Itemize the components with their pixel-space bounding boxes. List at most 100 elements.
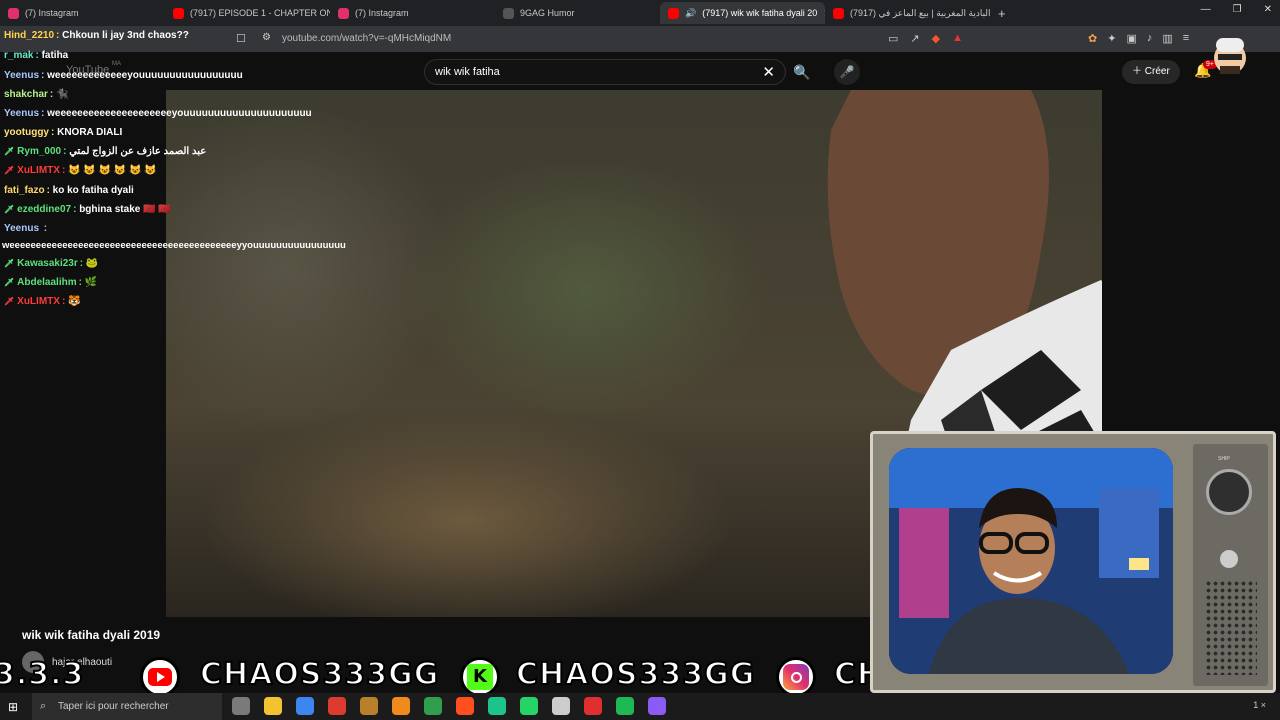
cast-icon[interactable]: ▭ xyxy=(888,32,898,45)
sword-badge-icon: 🗡 xyxy=(4,147,15,156)
search-icon: ⌕ xyxy=(40,700,47,712)
channel-dial xyxy=(1206,469,1252,515)
stream-banner: 3.3.3 CHAOS333GG K CHAOS333GG CH xyxy=(0,655,870,693)
tab-episode-one[interactable]: (7917) EPISODE 1 - CHAPTER ONE 💜 xyxy=(165,2,330,24)
youtube-icon xyxy=(833,7,844,19)
browser-tab-strip: (7) Instagram (7917) EPISODE 1 - CHAPTER… xyxy=(0,0,1280,26)
taskbar-apps xyxy=(232,697,666,715)
search-box[interactable]: wik wik fatiha ✕ xyxy=(424,59,786,85)
sidebar-icon[interactable]: ▥ xyxy=(1162,32,1172,45)
chat-text: weeeeeeeeeeeeeeeeeeeeeeeeeeeeeeeeeeeeeee… xyxy=(2,240,346,251)
address-actions: ▭ ↗ ◆ ▲ xyxy=(888,32,963,45)
taskbar-app-icon[interactable] xyxy=(264,697,282,715)
screen: (7) Instagram (7917) EPISODE 1 - CHAPTER… xyxy=(0,0,1280,720)
chat-username: Yeenus xyxy=(4,223,40,234)
taskbar-app-icon[interactable] xyxy=(648,697,666,715)
chat-username: Abdelaalihm xyxy=(17,277,77,288)
chat-username: ezeddine07 xyxy=(17,204,72,215)
chat-username: yootuggy xyxy=(4,127,49,138)
banner-handle: CHAOS333GG xyxy=(515,656,756,693)
taskbar-search-placeholder: Taper ici pour rechercher xyxy=(58,701,169,712)
extension-icon[interactable]: ✿ xyxy=(1088,32,1097,45)
taskbar-search[interactable]: ⌕ Taper ici pour rechercher xyxy=(32,693,222,720)
chat-message: fati_fazo: ko ko fatiha dyali xyxy=(4,185,134,196)
chat-username: Kawasaki23r xyxy=(17,258,78,269)
taskbar-app-icon[interactable] xyxy=(232,697,250,715)
taskbar-app-icon[interactable] xyxy=(328,697,346,715)
instagram-badge xyxy=(776,657,816,693)
taskbar-app-icon[interactable] xyxy=(456,697,474,715)
new-tab-button[interactable]: + xyxy=(990,6,1014,21)
chat-emote: 😺 😺 😺 😺 😺 😺 xyxy=(68,165,157,176)
create-label: Créer xyxy=(1144,66,1170,77)
create-button[interactable]: ＋ Créer xyxy=(1122,60,1180,84)
chat-emote: 🌿 xyxy=(84,277,98,288)
taskbar-app-icon[interactable] xyxy=(584,697,602,715)
chat-username: Hind_2210 xyxy=(4,30,55,41)
streamer-avatar[interactable] xyxy=(1210,30,1250,80)
youtube-icon xyxy=(148,668,172,686)
puzzle-icon[interactable]: ✦ xyxy=(1107,32,1116,45)
search-input[interactable]: wik wik fatiha xyxy=(435,66,500,78)
brave-rewards-icon[interactable]: ▲ xyxy=(952,32,963,45)
chat-text: weeeeeeeeeeeeeyouuuuuuuuuuuuuuuuu xyxy=(47,70,243,81)
sword-badge-icon: 🗡 xyxy=(4,205,15,214)
taskbar-app-icon[interactable] xyxy=(360,697,378,715)
share-icon[interactable]: ↗ xyxy=(910,32,919,45)
menu-icon[interactable]: ≡ xyxy=(1183,32,1189,45)
taskbar-app-icon[interactable] xyxy=(424,697,442,715)
chat-username: Yeenus xyxy=(4,108,40,119)
video-title: wik wik fatiha dyali 2019 xyxy=(22,628,161,642)
kick-badge: K xyxy=(460,657,500,693)
microphone-icon[interactable]: 🎤 xyxy=(834,59,860,85)
tab-label: (7917) EPISODE 1 - CHAPTER ONE 💜 xyxy=(190,7,330,18)
chat-message: 🗡 XuLIMTX: 🐯 xyxy=(4,296,81,307)
dial-label: SHIP xyxy=(1218,456,1230,462)
tab-label: (7) Instagram xyxy=(25,8,79,18)
chat-username: shakchar xyxy=(4,89,48,100)
stream-chat-overlay: Hind_2210: Chkoun li jay 3nd chaos?? r_m… xyxy=(0,30,400,320)
chat-text: عبد الصمد عازف عن الزواج لمتي xyxy=(69,146,207,157)
music-icon[interactable]: ♪ xyxy=(1147,32,1153,45)
taskbar-app-icon[interactable] xyxy=(296,697,314,715)
taskbar-app-icon[interactable] xyxy=(552,697,570,715)
chat-text: fatiha xyxy=(41,50,69,61)
kick-icon: K xyxy=(467,664,493,690)
taskbar-app-icon[interactable] xyxy=(520,697,538,715)
chat-username: Rym_000 xyxy=(17,146,62,157)
close-icon[interactable]: ✕ xyxy=(1264,4,1272,15)
tab-badia[interactable]: (7917) البادية المغربية | بيع الماعز في xyxy=(825,2,990,24)
tab-9gag[interactable]: 9GAG Humor xyxy=(495,2,660,24)
instagram-icon xyxy=(783,664,809,690)
tab-label: (7) Instagram xyxy=(355,8,409,18)
chat-message: 🗡 Abdelaalihm: 🌿 xyxy=(4,277,98,288)
minimize-icon[interactable]: — xyxy=(1201,4,1211,15)
tab-instagram-1[interactable]: (7) Instagram xyxy=(0,2,165,24)
chat-text: weeeeeeeeeeeeeeeeeeeeeyouuuuuuuuuuuuuuuu… xyxy=(47,108,312,119)
volume-knob xyxy=(1220,550,1238,568)
tab-wik-wik-fatiha[interactable]: 🔊 (7917) wik wik fatiha dyali 20 ✕ xyxy=(660,2,825,24)
chat-username: XuLIMTX xyxy=(17,165,60,176)
taskbar-app-icon[interactable] xyxy=(616,697,634,715)
system-tray-clock: 1 × xyxy=(1253,700,1266,710)
taskbar-app-icon[interactable] xyxy=(488,697,506,715)
taskbar-app-icon[interactable] xyxy=(392,697,410,715)
banner-text-fragment: CH xyxy=(833,656,870,693)
clear-search-icon[interactable]: ✕ xyxy=(762,63,775,81)
chat-username: r_mak xyxy=(4,50,34,61)
chat-emote: 🐯 xyxy=(68,296,81,307)
maximize-icon[interactable]: ❐ xyxy=(1233,4,1242,15)
tab-instagram-2[interactable]: (7) Instagram xyxy=(330,2,495,24)
search-icon[interactable]: 🔍 xyxy=(786,59,818,85)
chat-message: Yeenus: weeeeeeeeeeeeeeeeeeeeeyouuuuuuuu… xyxy=(4,108,312,119)
screenshot-icon[interactable]: ▣ xyxy=(1126,32,1136,45)
chat-emote: 🐈‍⬛ xyxy=(56,89,69,100)
windows-icon[interactable]: ⊞ xyxy=(8,700,18,714)
youtube-icon xyxy=(668,7,679,19)
9gag-icon xyxy=(503,7,514,19)
brave-shield-icon[interactable]: ◆ xyxy=(932,32,940,45)
chat-message: Yeenus : xyxy=(4,223,48,234)
chat-message: 🗡 XuLIMTX: 😺 😺 😺 😺 😺 😺 xyxy=(4,165,157,176)
chat-message: 🗡 ezeddine07: bghina stake 🇲🇦 🇲🇦 xyxy=(4,204,171,215)
banner-text-fragment: 3.3.3 xyxy=(0,656,85,693)
